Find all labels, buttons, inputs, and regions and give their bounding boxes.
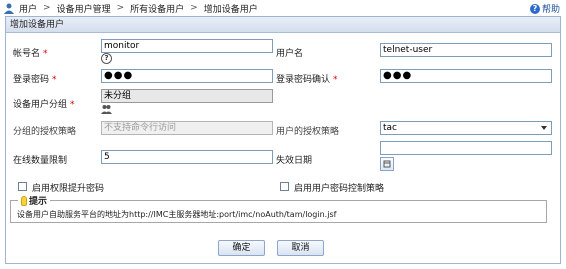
- tip-title-text: 提示: [29, 197, 48, 207]
- breadcrumb: 用户 > 设备用户管理 > 所有设备用户 > 增加设备用户: [3, 2, 258, 15]
- password-confirm-input[interactable]: ●●●: [380, 69, 552, 83]
- user-group-label: 设备用户分组 *: [13, 97, 75, 110]
- password-confirm-label-text: 登录密码确认: [276, 75, 331, 85]
- user-auth-policy-label: 用户的授权策略: [276, 127, 340, 137]
- cancel-button[interactable]: 取消: [277, 240, 324, 256]
- calendar-icon: [383, 160, 391, 168]
- user-icon: [4, 3, 14, 14]
- tip-text: 设备用户自助服务平台的地址为http://IMC主服务器地址:port/imc/…: [17, 210, 337, 219]
- online-limit-label: 在线数量限制: [13, 156, 68, 166]
- expire-date-label: 失效日期: [276, 156, 313, 166]
- date-picker-button[interactable]: [380, 157, 394, 171]
- ok-button[interactable]: 确定: [218, 240, 265, 256]
- enable-priv-password-label[interactable]: 启用权限提升密码: [32, 181, 104, 194]
- password-label-text: 登录密码: [13, 75, 50, 85]
- password-label: 登录密码 *: [13, 72, 57, 85]
- enable-password-policy-checkbox[interactable]: [280, 182, 289, 191]
- add-device-user-panel: 增加设备用户 帐号名 * monitor ? 用户名 telnet-user 登录…: [5, 16, 561, 264]
- select-group-icon[interactable]: [101, 104, 112, 115]
- lightbulb-icon: [21, 195, 27, 206]
- password-confirm-label: 登录密码确认 *: [276, 72, 338, 85]
- breadcrumb-separator: >: [43, 3, 51, 13]
- tip-title: 提示: [18, 194, 51, 207]
- user-group-label-text: 设备用户分组: [13, 100, 68, 110]
- user-group-field: 未分组: [101, 89, 273, 103]
- user-auth-policy-value: tac: [383, 123, 397, 133]
- expire-date-input[interactable]: [380, 141, 552, 155]
- account-name-input[interactable]: monitor: [101, 39, 273, 53]
- required-mark: *: [52, 75, 57, 85]
- user-name-input[interactable]: telnet-user: [380, 43, 552, 57]
- required-mark: *: [333, 75, 338, 85]
- help-icon: ?: [529, 3, 540, 14]
- help-label: 帮助: [541, 5, 560, 15]
- breadcrumb-item-add-device-user: 增加设备用户: [203, 4, 258, 15]
- enable-priv-password-checkbox[interactable]: [18, 182, 27, 191]
- user-name-label: 用户名: [276, 49, 304, 59]
- account-name-label-text: 帐号名: [13, 49, 41, 59]
- breadcrumb-item-users[interactable]: 用户: [19, 2, 37, 15]
- required-mark: *: [70, 100, 75, 110]
- password-input[interactable]: ●●●: [101, 69, 273, 83]
- online-limit-input[interactable]: 5: [101, 150, 273, 164]
- question-icon[interactable]: ?: [101, 53, 112, 64]
- tip-box: 提示 设备用户自助服务平台的地址为http://IMC主服务器地址:port/i…: [10, 194, 547, 223]
- chevron-down-icon: [541, 126, 547, 130]
- user-auth-policy-select[interactable]: tac: [380, 121, 552, 135]
- required-mark: *: [43, 49, 48, 59]
- group-auth-policy-field: 不支持命令行访问: [101, 121, 273, 135]
- panel-title: 增加设备用户: [6, 17, 560, 33]
- breadcrumb-item-device-user-mgmt[interactable]: 设备用户管理: [57, 2, 111, 15]
- help-link[interactable]: ? 帮助: [529, 2, 560, 15]
- breadcrumb-separator: >: [190, 3, 198, 13]
- enable-password-policy-label[interactable]: 启用用户密码控制策略: [294, 181, 384, 194]
- account-name-label: 帐号名 *: [13, 46, 48, 59]
- breadcrumb-item-all-device-users[interactable]: 所有设备用户: [130, 2, 184, 15]
- group-auth-policy-label: 分组的授权策略: [13, 127, 77, 137]
- breadcrumb-separator: >: [116, 3, 125, 13]
